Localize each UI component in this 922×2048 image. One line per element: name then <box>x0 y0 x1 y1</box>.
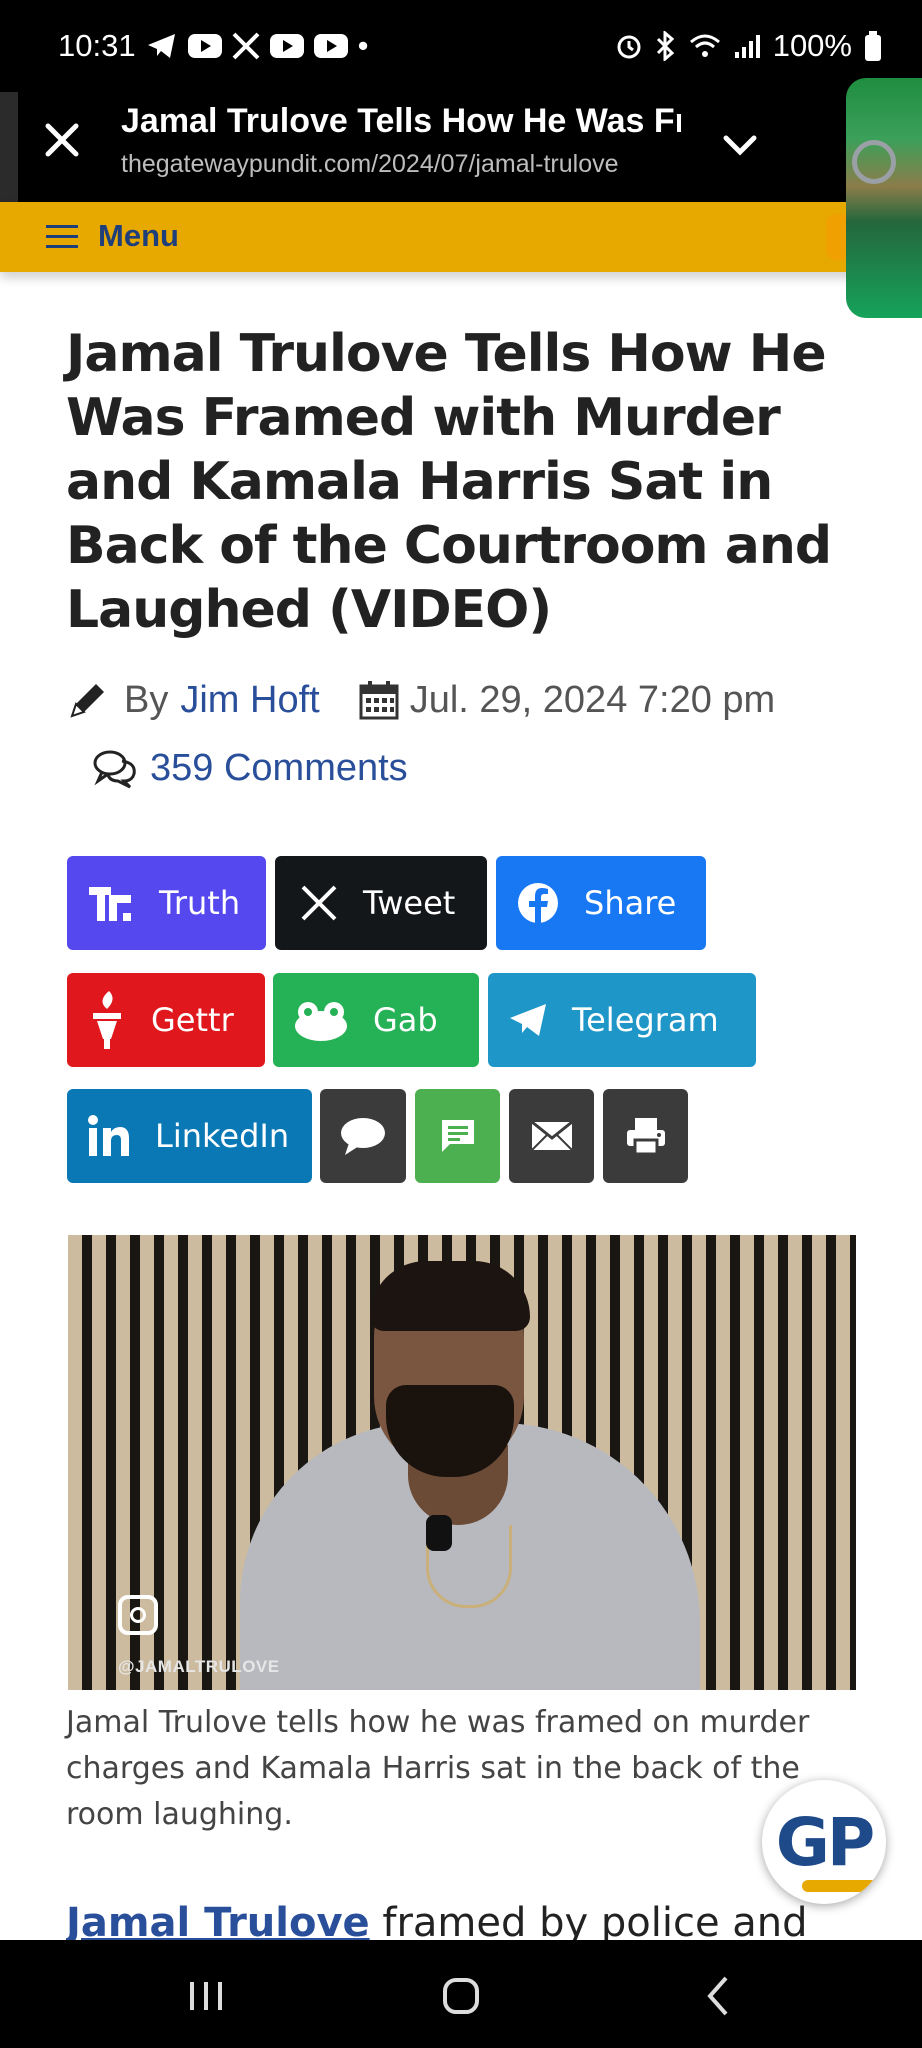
speech-bubble-icon <box>341 1118 385 1155</box>
status-time: 10:31 <box>58 28 136 63</box>
share-facebook-button[interactable]: Share <box>496 856 706 950</box>
recent-apps-icon <box>190 1982 222 2010</box>
bluetooth-icon <box>655 31 677 61</box>
share-tweet-button[interactable]: Tweet <box>275 856 487 950</box>
telegram-notification-icon <box>146 32 178 60</box>
share-truth-label: Truth <box>159 884 241 922</box>
truth-social-icon <box>89 887 131 921</box>
gab-frog-icon <box>295 1002 347 1041</box>
comments-icon <box>93 750 136 789</box>
battery-icon <box>864 31 882 61</box>
home-icon <box>443 1978 479 2014</box>
share-facebook-label: Share <box>584 884 677 922</box>
tab-page-title: Jamal Trulove Tells How He Was Framed <box>121 102 681 140</box>
video-caption: Jamal Trulove tells how he was framed on… <box>66 1705 810 1832</box>
article-body-first-line: Jamal Trulove framed by police and <box>66 1900 856 1940</box>
youtube-notification-icon-3 <box>313 33 348 59</box>
share-email-button[interactable] <box>509 1089 594 1183</box>
article-title: Jamal Trulove Tells How He Was Framed wi… <box>66 324 832 640</box>
wifi-icon <box>689 32 721 60</box>
person-hair <box>370 1261 530 1331</box>
expand-tab-button[interactable] <box>718 124 762 168</box>
video-watermark: @JAMALTRULOVE <box>118 1657 280 1676</box>
print-button[interactable] <box>603 1089 688 1183</box>
calendar-icon <box>359 681 399 720</box>
gateway-pundit-logo-button[interactable]: GP <box>762 1780 886 1904</box>
share-tweet-label: Tweet <box>363 884 456 922</box>
share-telegram-button[interactable]: Telegram <box>488 973 756 1067</box>
body-text: framed by police and <box>369 1900 808 1940</box>
chevron-down-icon <box>723 135 757 156</box>
share-linkedin-button[interactable]: LinkedIn <box>67 1089 312 1183</box>
share-gab-button[interactable]: Gab <box>273 973 479 1067</box>
tab-page-url[interactable]: thegatewaypundit.com/2024/07/jamal-trulo… <box>121 150 681 179</box>
publish-date: Jul. 29, 2024 7:20 pm <box>409 678 776 721</box>
comments-link[interactable]: 359 Comments <box>92 740 408 796</box>
comments-count[interactable]: 359 Comments <box>150 747 408 790</box>
share-linkedin-label: LinkedIn <box>155 1117 290 1155</box>
share-gettr-button[interactable]: Gettr <box>67 973 265 1067</box>
jamal-trulove-link[interactable]: Jamal Trulove <box>66 1900 370 1940</box>
gettr-torch-icon <box>93 991 121 1049</box>
youtube-notification-icon-2 <box>269 33 304 59</box>
printer-icon <box>626 1118 665 1156</box>
pencil-icon <box>70 684 104 718</box>
hamburger-icon <box>46 225 78 248</box>
system-navigation-bar <box>0 1940 922 2048</box>
status-bar: 10:31 • 100% <box>0 0 922 92</box>
site-menu-bar: Menu <box>0 202 922 272</box>
lapel-microphone <box>426 1515 452 1551</box>
gp-logo-text: GP <box>775 1803 876 1881</box>
share-gettr-label: Gettr <box>151 1001 234 1039</box>
picture-in-picture-video[interactable] <box>846 78 922 318</box>
linkedin-icon <box>88 1115 129 1156</box>
share-truth-button[interactable]: Truth <box>67 856 266 950</box>
back-button[interactable] <box>698 1974 742 2018</box>
share-gab-label: Gab <box>373 1001 438 1039</box>
youtube-notification-icon <box>187 33 222 59</box>
facebook-icon <box>518 883 558 923</box>
custom-tab-bar: Jamal Trulove Tells How He Was Framed th… <box>0 92 922 202</box>
sms-message-icon <box>441 1120 474 1152</box>
author-link[interactable]: Jim Hoft <box>180 679 319 722</box>
menu-button[interactable] <box>46 224 78 250</box>
instagram-icon <box>118 1595 158 1635</box>
home-button[interactable] <box>439 1974 483 2018</box>
battery-percentage: 100% <box>772 28 852 63</box>
close-icon <box>45 123 79 157</box>
featured-video[interactable]: @JAMALTRULOVE <box>68 1235 856 1690</box>
gp-logo-swoosh <box>802 1880 882 1892</box>
byline-prefix: By <box>124 678 169 721</box>
x-logo-icon <box>301 885 337 921</box>
back-chevron-icon <box>707 1976 728 2016</box>
menu-label[interactable]: Menu <box>98 218 179 254</box>
share-telegram-label: Telegram <box>572 1001 719 1039</box>
share-comment-button[interactable] <box>320 1089 406 1183</box>
recent-apps-button[interactable] <box>184 1974 228 2018</box>
x-notification-icon <box>232 32 260 60</box>
wheel-image-detail <box>852 140 896 184</box>
envelope-icon <box>530 1120 573 1151</box>
share-sms-button[interactable] <box>415 1089 500 1183</box>
signal-icon <box>733 32 761 60</box>
edge-panel-handle[interactable] <box>0 92 18 202</box>
telegram-icon <box>510 1004 546 1036</box>
article-meta: By Jim Hoft Jul. 29, 2024 7:20 pm <box>66 672 775 728</box>
close-tab-button[interactable] <box>42 120 82 160</box>
alarm-icon <box>615 32 643 60</box>
more-notifications-dot: • <box>357 28 369 63</box>
